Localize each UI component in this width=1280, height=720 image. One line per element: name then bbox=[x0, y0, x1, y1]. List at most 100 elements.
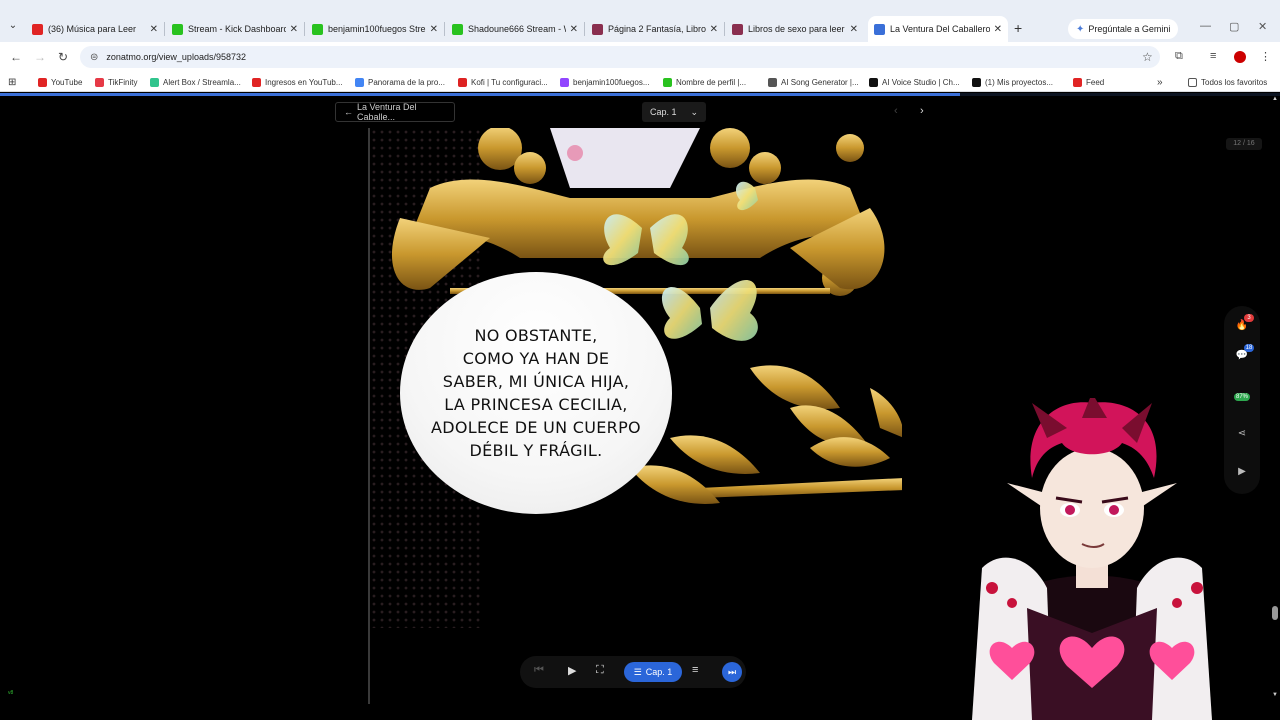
media-control-icon[interactable]: ≡ bbox=[1210, 50, 1216, 62]
bookmark-label: Panorama de la pro... bbox=[368, 77, 445, 87]
bookmark-item[interactable]: Nombre de perfil |... bbox=[663, 76, 746, 88]
maximize-icon[interactable]: ▢ bbox=[1229, 20, 1239, 33]
bookmark-favicon-icon bbox=[38, 77, 47, 87]
address-bar-row: ← → ↻ ⊜ zonatmo.org/view_uploads/958732 … bbox=[0, 42, 1280, 72]
tab-favicon-icon bbox=[592, 23, 603, 35]
tab-title: La Ventura Del Caballero ... bbox=[890, 24, 990, 34]
reload-icon[interactable]: ↻ bbox=[58, 50, 68, 64]
url-field[interactable]: ⊜ zonatmo.org/view_uploads/958732 bbox=[80, 46, 1160, 68]
browser-tab[interactable]: Página 2 Fantasía, Libros d... ✕ bbox=[586, 16, 724, 42]
gemini-button[interactable]: ✦ Pregúntale a Gemini bbox=[1068, 19, 1179, 39]
bookmarks-bar: ⊞ YouTube TikFinity Alert Box / Streamla..… bbox=[0, 72, 1280, 92]
tab-separator bbox=[304, 22, 305, 36]
back-to-series-button[interactable]: ← La Ventura Del Caballe... bbox=[335, 102, 455, 122]
scroll-up-arrow[interactable]: ▲ bbox=[1270, 96, 1280, 106]
bookmark-label: AI Song Generator |... bbox=[781, 77, 859, 87]
speech-bubble-line: SABER, MI ÚNICA HIJA, bbox=[442, 372, 630, 391]
all-bookmarks-label: Todos los favoritos bbox=[1201, 77, 1268, 87]
browser-tab[interactable]: Stream - Kick Dashboard ✕ bbox=[166, 16, 304, 42]
fullscreen-icon[interactable]: ⛶ bbox=[596, 664, 604, 677]
bookmark-label: YouTube bbox=[51, 77, 83, 87]
play-button-icon[interactable]: ▶ bbox=[568, 664, 576, 677]
browser-tab[interactable]: benjamin100fuegos Strea... ✕ bbox=[306, 16, 444, 42]
chevron-down-icon: ⌄ bbox=[690, 106, 698, 117]
tab-favicon-icon bbox=[312, 23, 323, 35]
all-bookmarks[interactable]: Todos los favoritos bbox=[1188, 76, 1267, 88]
close-window-icon[interactable]: ✕ bbox=[1258, 20, 1267, 33]
site-info-icon[interactable]: ⊜ bbox=[90, 52, 98, 63]
apps-grid-icon[interactable]: ⊞ bbox=[8, 76, 16, 88]
tab-close-icon[interactable]: ✕ bbox=[710, 24, 718, 35]
bookmark-favicon-icon bbox=[95, 77, 104, 87]
browser-tab[interactable]: La Ventura Del Caballero ... ✕ bbox=[868, 16, 1008, 42]
minimize-icon[interactable]: — bbox=[1200, 20, 1211, 32]
scroll-down-arrow[interactable]: ▼ bbox=[1270, 692, 1280, 702]
browser-tab[interactable]: Libros de sexo para leer o... ✕ bbox=[726, 16, 864, 42]
comments-icon[interactable]: 💬 bbox=[1224, 350, 1260, 361]
url-text: zonatmo.org/view_uploads/958732 bbox=[106, 52, 246, 62]
tab-close-icon[interactable]: ✕ bbox=[994, 24, 1002, 35]
chapter-select[interactable]: Cap. 1 ⌄ bbox=[642, 102, 706, 122]
tab-separator bbox=[164, 22, 165, 36]
browser-tab[interactable]: Shadoune666 Stream - Wi... ✕ bbox=[446, 16, 584, 42]
bookmark-favicon-icon bbox=[663, 77, 672, 87]
fire-icon[interactable]: 🔥 bbox=[1224, 320, 1260, 331]
tab-title: Libros de sexo para leer o... bbox=[748, 24, 846, 34]
bookmark-star-icon[interactable]: ☆ bbox=[1142, 50, 1153, 64]
tab-search-icon[interactable]: ⌄ bbox=[6, 20, 20, 34]
fire-count-badge: 3 bbox=[1244, 314, 1254, 322]
bookmark-label: AI Voice Studio | Ch... bbox=[882, 77, 960, 87]
new-tab-icon[interactable]: + bbox=[1014, 20, 1022, 36]
scrollbar-thumb[interactable] bbox=[1272, 606, 1278, 620]
tab-title: Shadoune666 Stream - Wi... bbox=[468, 24, 566, 34]
bookmark-item[interactable]: benjamin100fuegos... bbox=[560, 76, 650, 88]
tab-title: benjamin100fuegos Strea... bbox=[328, 24, 426, 34]
extensions-icon[interactable]: ⧉ bbox=[1175, 50, 1183, 63]
bookmark-item[interactable]: Feed bbox=[1073, 76, 1104, 88]
settings-sliders-icon[interactable]: ≡ bbox=[692, 664, 698, 676]
tab-separator bbox=[444, 22, 445, 36]
bookmark-favicon-icon bbox=[560, 77, 569, 87]
bookmark-favicon-icon bbox=[768, 77, 777, 87]
tab-separator bbox=[584, 22, 585, 36]
bookmark-favicon-icon bbox=[252, 77, 261, 87]
forward-arrow-icon[interactable]: → bbox=[34, 50, 46, 64]
tab-title: Stream - Kick Dashboard bbox=[188, 24, 286, 34]
tab-favicon-icon bbox=[452, 23, 463, 35]
chapter-list-label: Cap. 1 bbox=[645, 667, 673, 677]
bookmark-label: Nombre de perfil |... bbox=[676, 77, 747, 87]
bookmark-item[interactable]: Ingresos en YouTub... bbox=[252, 76, 343, 88]
speech-bubble-line: DÉBIL Y FRÁGIL. bbox=[469, 441, 603, 460]
skip-back-icon[interactable]: ⏮ bbox=[534, 664, 544, 677]
tab-separator bbox=[724, 22, 725, 36]
browser-tab[interactable]: (36) Música para Leer ✕ bbox=[26, 16, 164, 42]
bookmark-label: Alert Box / Streamla... bbox=[163, 77, 241, 87]
bookmark-item[interactable]: AI Voice Studio | Ch... bbox=[869, 76, 960, 88]
speech-bubble: NO OBSTANTE, COMO YA HAN DE SABER, MI ÚNIC… bbox=[400, 272, 672, 514]
bookmark-label: (1) Mis proyectos... bbox=[985, 77, 1054, 87]
bookmark-item[interactable]: Alert Box / Streamla... bbox=[150, 76, 241, 88]
reader-top-bar: ← La Ventura Del Caballe... Cap. 1 ⌄ ‹ › bbox=[0, 96, 1270, 128]
menu-dots-icon[interactable]: ⋮ bbox=[1260, 50, 1271, 63]
bookmark-item[interactable]: YouTube bbox=[38, 76, 82, 88]
profile-avatar[interactable] bbox=[1234, 51, 1246, 63]
bookmark-label: Ingresos en YouTub... bbox=[265, 77, 343, 87]
tab-close-icon[interactable]: ✕ bbox=[430, 24, 438, 35]
tab-close-icon[interactable]: ✕ bbox=[150, 24, 158, 35]
bookmark-item[interactable]: Panorama de la pro... bbox=[355, 76, 445, 88]
tab-close-icon[interactable]: ✕ bbox=[290, 24, 298, 35]
next-page-icon[interactable]: › bbox=[920, 105, 924, 117]
back-arrow-icon[interactable]: ← bbox=[10, 50, 22, 64]
prev-page-icon[interactable]: ‹ bbox=[894, 105, 898, 117]
bookmark-item[interactable]: TikFinity bbox=[95, 76, 137, 88]
bookmark-item[interactable]: AI Song Generator |... bbox=[768, 76, 859, 88]
tab-close-icon[interactable]: ✕ bbox=[570, 24, 578, 35]
next-chapter-icon[interactable]: ⏭ bbox=[722, 662, 742, 682]
chapter-list-button[interactable]: ☰ Cap. 1 bbox=[624, 662, 682, 682]
bookmark-item[interactable]: (1) Mis proyectos... bbox=[972, 76, 1053, 88]
bookmark-label: benjamin100fuegos... bbox=[573, 77, 650, 87]
bookmark-item[interactable]: Kofi | Tu configuraci... bbox=[458, 76, 548, 88]
more-bookmarks-icon[interactable]: » bbox=[1157, 76, 1163, 88]
bookmark-favicon-icon bbox=[150, 77, 159, 87]
tab-close-icon[interactable]: ✕ bbox=[850, 24, 858, 35]
